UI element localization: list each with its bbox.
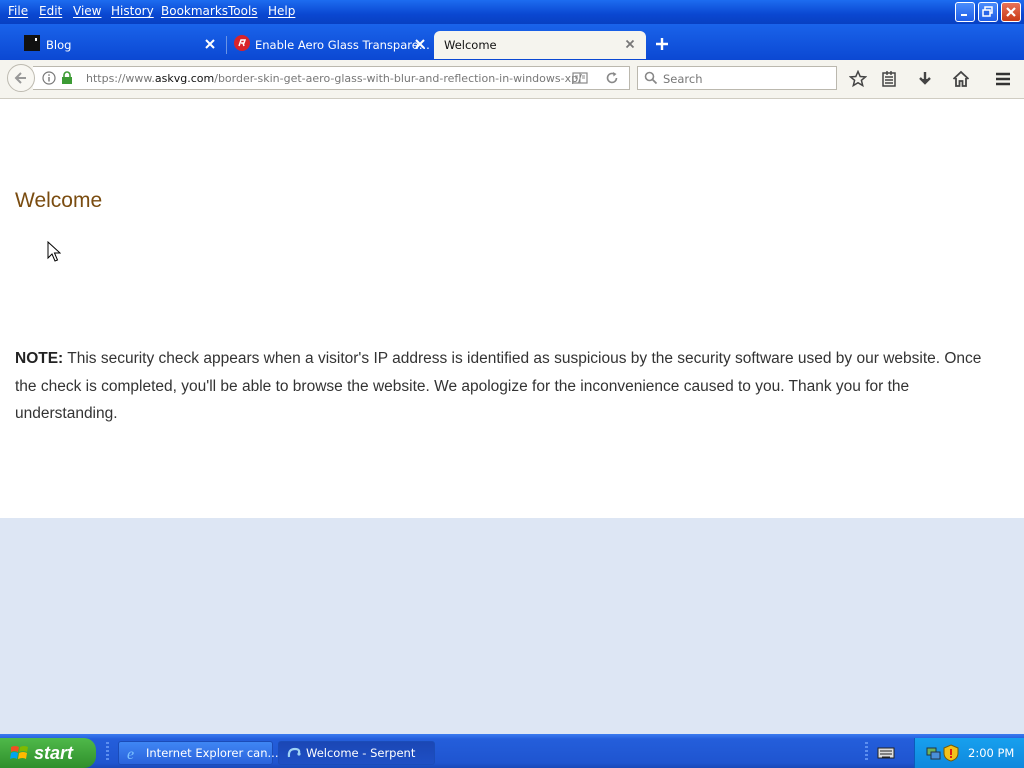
tab-welcome[interactable]: Welcome: [434, 31, 646, 59]
url-text[interactable]: https://www.askvg.com/border-skin-get-ae…: [86, 72, 582, 85]
close-window-button[interactable]: [1001, 2, 1021, 22]
lock-icon[interactable]: [61, 71, 73, 85]
svg-text:e: e: [127, 746, 134, 761]
clock: 2:00 PM: [968, 746, 1015, 760]
network-icon[interactable]: [925, 745, 941, 761]
start-label: start: [34, 743, 74, 763]
task-internet-explorer[interactable]: e Internet Explorer can...: [118, 741, 278, 765]
close-icon: [1006, 7, 1016, 17]
task-serpent[interactable]: Welcome - Serpent: [278, 741, 435, 765]
note-text: This security check appears when a visit…: [15, 350, 982, 422]
menu-bookmarks[interactable]: Bookmarks: [161, 3, 228, 19]
url-path: /border-skin-get-aero-glass-with-blur-an…: [214, 72, 582, 85]
menu-bar: File Edit View History Bookmarks Tools H…: [0, 0, 1024, 24]
minimize-button[interactable]: [955, 2, 975, 22]
page-title: Welcome: [15, 189, 103, 212]
tab-strip: Blog Enable Aero Glass Transpare... Welc…: [0, 24, 1024, 60]
back-arrow-icon: [14, 72, 26, 84]
mouse-cursor-icon: [47, 241, 61, 262]
menu-edit[interactable]: Edit: [39, 3, 62, 19]
menu-view[interactable]: View: [73, 3, 101, 19]
search-input[interactable]: Search: [663, 72, 703, 86]
tab-label: Welcome: [444, 38, 497, 52]
menu-tools[interactable]: Tools: [228, 3, 258, 19]
menu-help[interactable]: Help: [268, 3, 295, 19]
tab-enable-aero-glass[interactable]: Enable Aero Glass Transpare...: [228, 31, 434, 59]
taskbar: start e Internet Explorer can... Welcome…: [0, 734, 1024, 768]
tab-blog[interactable]: Blog: [16, 31, 226, 59]
bookmark-star-icon[interactable]: [849, 70, 867, 88]
menu-file[interactable]: File: [8, 3, 28, 19]
new-tab-icon[interactable]: [655, 37, 669, 51]
tab-close-icon[interactable]: [203, 37, 217, 51]
browser-window: File Edit View History Bookmarks Tools H…: [0, 0, 1024, 734]
start-button[interactable]: start: [0, 738, 96, 768]
tab-label: Enable Aero Glass Transpare...: [255, 38, 430, 52]
navigation-toolbar: https://www.askvg.com/border-skin-get-ae…: [0, 60, 1024, 99]
security-shield-icon[interactable]: [943, 744, 959, 762]
info-icon[interactable]: [42, 71, 56, 85]
url-bar[interactable]: https://www.askvg.com/border-skin-get-ae…: [33, 66, 630, 90]
url-prefix: https://www.: [86, 72, 155, 85]
menu-history[interactable]: History: [111, 3, 154, 19]
page-content: Welcome NOTE: This security check appear…: [0, 99, 1024, 734]
reader-view-icon[interactable]: [572, 71, 588, 85]
security-note: NOTE: This security check appears when a…: [15, 345, 1005, 428]
download-icon[interactable]: [916, 70, 934, 88]
task-label: Welcome - Serpent: [306, 746, 416, 760]
taskbar-grip[interactable]: [865, 742, 868, 762]
back-button[interactable]: [7, 64, 35, 92]
home-icon[interactable]: [952, 70, 970, 88]
search-bar[interactable]: Search: [637, 66, 837, 90]
restore-icon: [982, 6, 993, 17]
tab-close-icon[interactable]: [623, 37, 637, 51]
serpent-icon: [287, 747, 301, 758]
note-label: NOTE:: [15, 350, 64, 367]
blog-favicon-icon: [24, 35, 40, 51]
taskbar-grip[interactable]: [106, 742, 109, 762]
ie-icon: e: [127, 746, 134, 761]
system-tray: 2:00 PM: [914, 738, 1024, 768]
keyboard-icon[interactable]: [877, 746, 895, 760]
red-r-favicon-icon: [234, 35, 250, 51]
minimize-icon: [961, 14, 967, 16]
restore-button[interactable]: [978, 2, 998, 22]
page-body: Welcome NOTE: This security check appear…: [0, 99, 1024, 518]
task-label: Internet Explorer can...: [146, 746, 279, 760]
reload-icon[interactable]: [605, 71, 619, 85]
hamburger-menu-icon[interactable]: [994, 70, 1012, 88]
bookmarks-menu-icon[interactable]: [880, 70, 898, 88]
windows-logo-icon: [10, 746, 28, 759]
tab-separator: [226, 36, 227, 54]
tab-close-icon[interactable]: [413, 37, 427, 51]
search-icon: [644, 71, 658, 85]
tab-label: Blog: [46, 38, 72, 52]
url-host: askvg.com: [154, 72, 215, 85]
